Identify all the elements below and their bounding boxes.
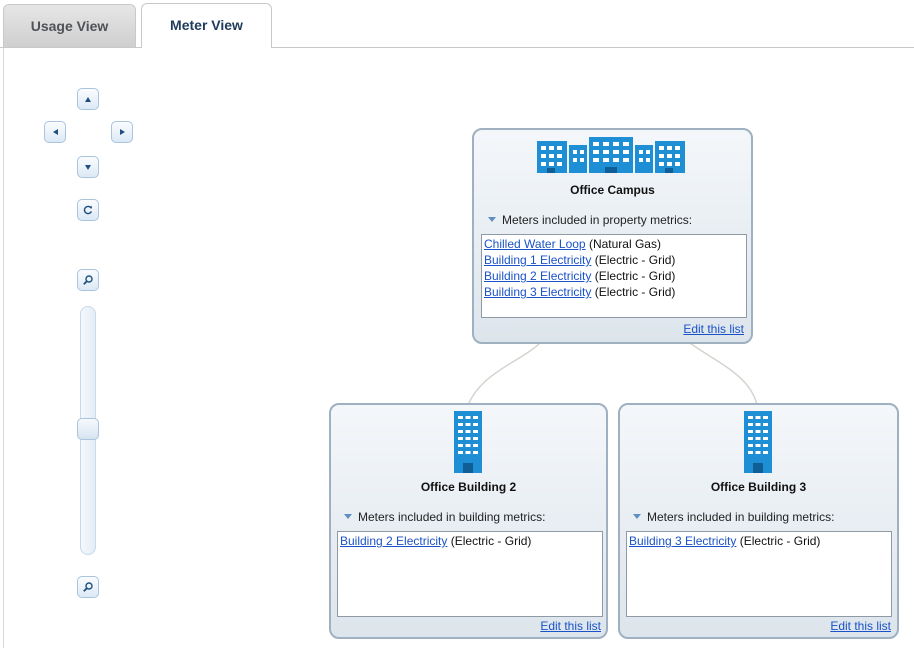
meter-type: (Natural Gas) <box>588 237 661 251</box>
building2-title: Office Building 2 <box>420 480 517 494</box>
building3-edit-list-link[interactable]: Edit this list <box>830 619 891 633</box>
meter-link[interactable]: Chilled Water Loop <box>484 237 586 251</box>
tab-meter-view[interactable]: Meter View <box>141 3 272 48</box>
campus-edit-list-link[interactable]: Edit this list <box>683 322 744 336</box>
campus-meters-header-text: Meters included in property metrics: <box>502 213 693 227</box>
campus-meters-header[interactable]: Meters included in property metrics: <box>488 213 692 227</box>
building3-meters-header-text: Meters included in building metrics: <box>647 510 835 524</box>
building2-edit-list-link[interactable]: Edit this list <box>540 619 601 633</box>
meter-link[interactable]: Building 3 Electricity <box>629 534 736 548</box>
list-item: Building 2 Electricity (Electric - Grid) <box>340 533 600 549</box>
meter-link[interactable]: Building 3 Electricity <box>484 285 591 299</box>
meter-link[interactable]: Building 2 Electricity <box>484 269 591 283</box>
meter-type: (Electric - Grid) <box>450 534 532 548</box>
connector-campus-building3 <box>689 342 758 406</box>
meter-type: (Electric - Grid) <box>594 253 676 267</box>
campus-title: Office Campus <box>570 183 655 197</box>
list-item: Building 3 Electricity (Electric - Grid) <box>629 533 889 549</box>
building3-title: Office Building 3 <box>710 480 807 494</box>
meter-link[interactable]: Building 2 Electricity <box>340 534 447 548</box>
collapse-caret-icon <box>488 217 496 222</box>
meter-type: (Electric - Grid) <box>594 269 676 283</box>
building-icon <box>453 411 483 478</box>
building2-meters-header[interactable]: Meters included in building metrics: <box>344 510 545 524</box>
building-group-icon <box>537 133 687 178</box>
meter-type: (Electric - Grid) <box>594 285 676 299</box>
building3-meters-header[interactable]: Meters included in building metrics: <box>633 510 834 524</box>
building2-meters-header-text: Meters included in building metrics: <box>358 510 546 524</box>
building-icon <box>743 411 773 478</box>
building3-meter-list: Building 3 Electricity (Electric - Grid) <box>626 531 892 617</box>
campus-card: Office Campus Meters included in propert… <box>472 128 753 344</box>
list-item: Building 3 Electricity (Electric - Grid) <box>484 284 744 300</box>
list-item: Building 2 Electricity (Electric - Grid) <box>484 268 744 284</box>
collapse-caret-icon <box>633 514 641 519</box>
building2-card: Office Building 2 Meters included in bui… <box>329 403 608 639</box>
list-item: Building 1 Electricity (Electric - Grid) <box>484 252 744 268</box>
connector-campus-building2 <box>467 342 541 406</box>
campus-meter-list: Chilled Water Loop (Natural Gas) Buildin… <box>481 234 747 318</box>
meter-type: (Electric - Grid) <box>739 534 821 548</box>
meter-link[interactable]: Building 1 Electricity <box>484 253 591 267</box>
list-item: Chilled Water Loop (Natural Gas) <box>484 236 744 252</box>
building3-card: Office Building 3 Meters included in bui… <box>618 403 899 639</box>
collapse-caret-icon <box>344 514 352 519</box>
building2-meter-list: Building 2 Electricity (Electric - Grid) <box>337 531 603 617</box>
